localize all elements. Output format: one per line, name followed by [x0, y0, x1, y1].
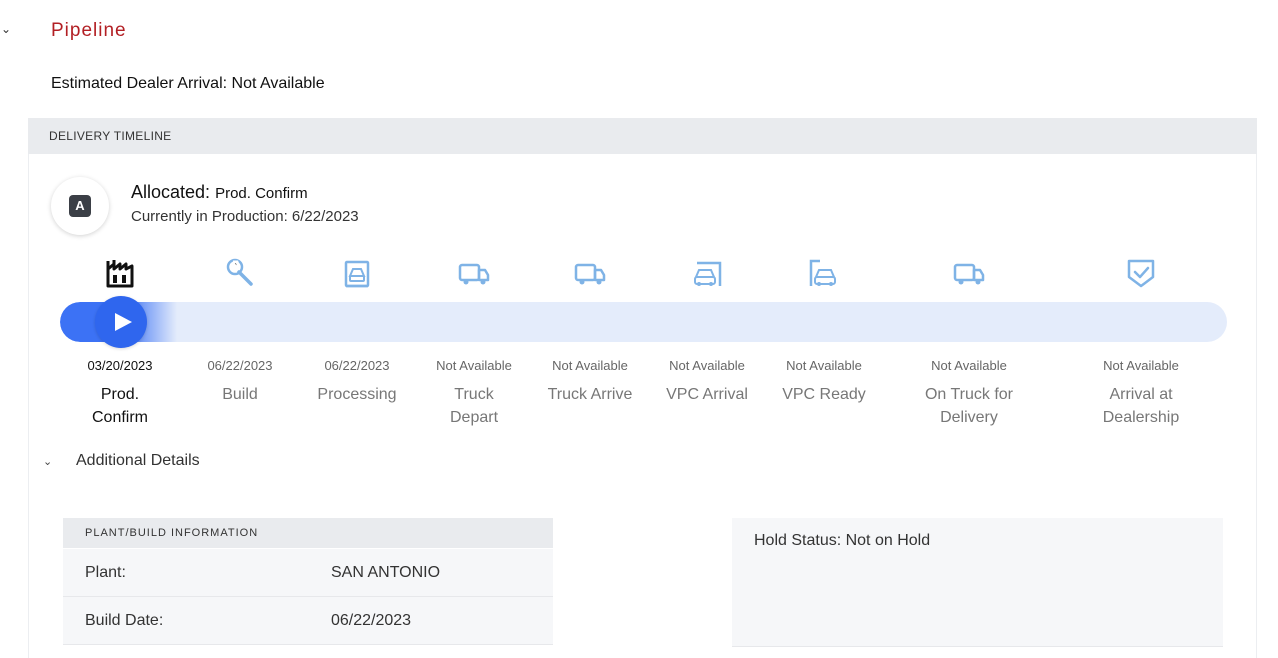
- factory-icon: [100, 253, 140, 293]
- pipeline-title: Pipeline: [51, 20, 127, 41]
- truck-icon: [570, 253, 610, 293]
- hold-status: Hold Status: Not on Hold: [754, 532, 931, 549]
- status-badge-letter: A: [69, 195, 91, 217]
- step-label: Prod. Confirm: [91, 386, 148, 426]
- status-prefix: Allocated:: [131, 182, 211, 202]
- estimated-dealer-arrival: Estimated Dealer Arrival: Not Available: [51, 75, 325, 92]
- plant-build-header: PLANT/BUILD INFORMATION: [63, 518, 553, 548]
- plant-build-header-label: PLANT/BUILD INFORMATION: [85, 527, 259, 539]
- step-label: Truck Arrive: [547, 386, 633, 403]
- play-button[interactable]: [95, 296, 147, 348]
- pipeline-collapse-chevron-icon[interactable]: ⌄: [0, 22, 12, 36]
- step-date: 03/20/2023: [87, 358, 153, 373]
- plant-build-panel: PLANT/BUILD INFORMATION Plant: SAN ANTON…: [63, 518, 553, 658]
- step-date: Not Available: [1103, 358, 1179, 373]
- additional-details-toggle[interactable]: Additional Details: [76, 452, 200, 470]
- status-badge: A: [51, 177, 109, 235]
- status-stage: Prod. Confirm: [215, 185, 308, 202]
- shield-check-icon: [1121, 253, 1161, 293]
- step-label: VPC Ready: [782, 386, 866, 403]
- status-detail: Currently in Production: 6/22/2023: [131, 208, 359, 225]
- truck-icon: [949, 253, 989, 293]
- plant-value: SAN ANTONIO: [331, 564, 441, 581]
- step-date: 06/22/2023: [324, 358, 390, 373]
- step-label: On Truck for Delivery: [924, 386, 1014, 426]
- additional-details-chevron-icon[interactable]: ⌄: [43, 455, 52, 468]
- delivery-timeline-header: DELIVERY TIMELINE: [28, 118, 1257, 154]
- processing-icon: [337, 253, 377, 293]
- progress-track: [60, 302, 1227, 342]
- car-arrival-icon: [687, 253, 727, 293]
- truck-icon: [454, 253, 494, 293]
- plant-label: Plant:: [85, 564, 126, 581]
- play-icon: [115, 313, 132, 331]
- build-date-value: 06/22/2023: [331, 612, 412, 629]
- step-date: 06/22/2023: [207, 358, 273, 373]
- step-date: Not Available: [436, 358, 512, 373]
- step-date: Not Available: [669, 358, 745, 373]
- step-label: Build: [222, 386, 258, 403]
- step-date: Not Available: [931, 358, 1007, 373]
- car-ready-icon: [804, 253, 844, 293]
- step-label: Processing: [317, 386, 397, 403]
- step-date: Not Available: [786, 358, 862, 373]
- step-label: Arrival at Dealership: [1102, 386, 1180, 426]
- step-label: VPC Arrival: [666, 386, 748, 403]
- plant-row: Plant: SAN ANTONIO: [63, 549, 553, 597]
- wrench-icon: [220, 253, 260, 293]
- status-headline: Allocated: Prod. Confirm: [131, 182, 308, 203]
- step-date: Not Available: [552, 358, 628, 373]
- delivery-timeline-label: DELIVERY TIMELINE: [49, 129, 172, 143]
- build-date-row: Build Date: 06/22/2023: [63, 597, 553, 645]
- hold-status-panel: Hold Status: Not on Hold: [732, 518, 1223, 647]
- step-label: Truck Depart: [449, 386, 499, 426]
- build-date-label: Build Date:: [85, 612, 164, 629]
